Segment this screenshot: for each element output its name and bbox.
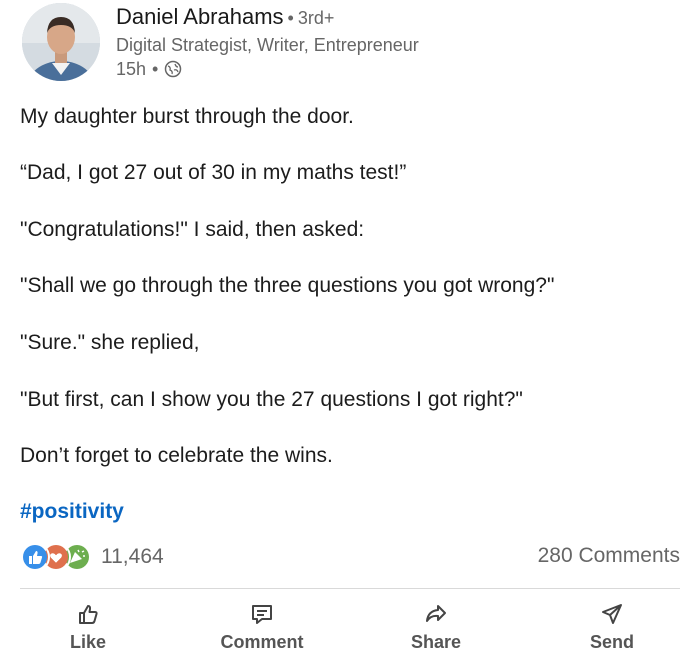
post-line: My daughter burst through the door. [20,105,354,128]
thumbs-up-icon [79,605,98,624]
comments-count[interactable]: 280 Comments [538,544,680,568]
author-meta: Daniel Abrahams • 3rd+ Digital Strategist,… [116,4,419,81]
social-counts: 11,464 280 Comments [20,540,680,576]
globe-icon [164,60,182,78]
share-button[interactable]: Share [376,598,496,653]
post-time: 15h [116,59,147,79]
like-icon [20,542,50,572]
send-button[interactable]: Send [552,598,672,653]
separator-dot: • [287,8,294,28]
separator-dot: • [152,59,159,79]
share-label: Share [410,632,462,652]
post-line: "Congratulations!" I said, then asked: [20,218,365,241]
action-bar: Like Comment Share Send [0,598,700,660]
post-line: Don’t forget to celebrate the wins. [20,444,333,467]
like-button[interactable]: Like [28,598,148,653]
post-line: "Sure." she replied, [20,331,200,354]
comment-icon [252,605,272,624]
reaction-count: 11,464 [101,545,164,568]
send-icon [602,604,622,624]
divider [20,588,680,589]
author-name[interactable]: Daniel Abrahams [116,4,284,29]
author-headline: Digital Strategist, Writer, Entrepreneur [116,35,419,55]
post-line: "But first, can I show you the 27 questi… [20,388,523,411]
hashtag-link[interactable]: #positivity [20,500,124,524]
avatar[interactable] [22,3,100,81]
connection-degree: 3rd+ [297,8,335,28]
comment-label: Comment [220,632,304,652]
send-label: Send [589,632,634,652]
author-name-line: Daniel Abrahams • 3rd+ [116,4,419,31]
reactions-summary[interactable]: 11,464 [20,542,164,572]
post-time-line: 15h • [116,57,419,81]
share-icon [426,605,446,622]
like-label: Like [69,632,107,652]
post-line: "Shall we go through the three questions… [20,274,555,297]
post-line: “Dad, I got 27 out of 30 in my maths tes… [20,161,407,184]
post-header: Daniel Abrahams • 3rd+ Digital Strategist,… [20,0,680,90]
comment-button[interactable]: Comment [202,598,322,653]
